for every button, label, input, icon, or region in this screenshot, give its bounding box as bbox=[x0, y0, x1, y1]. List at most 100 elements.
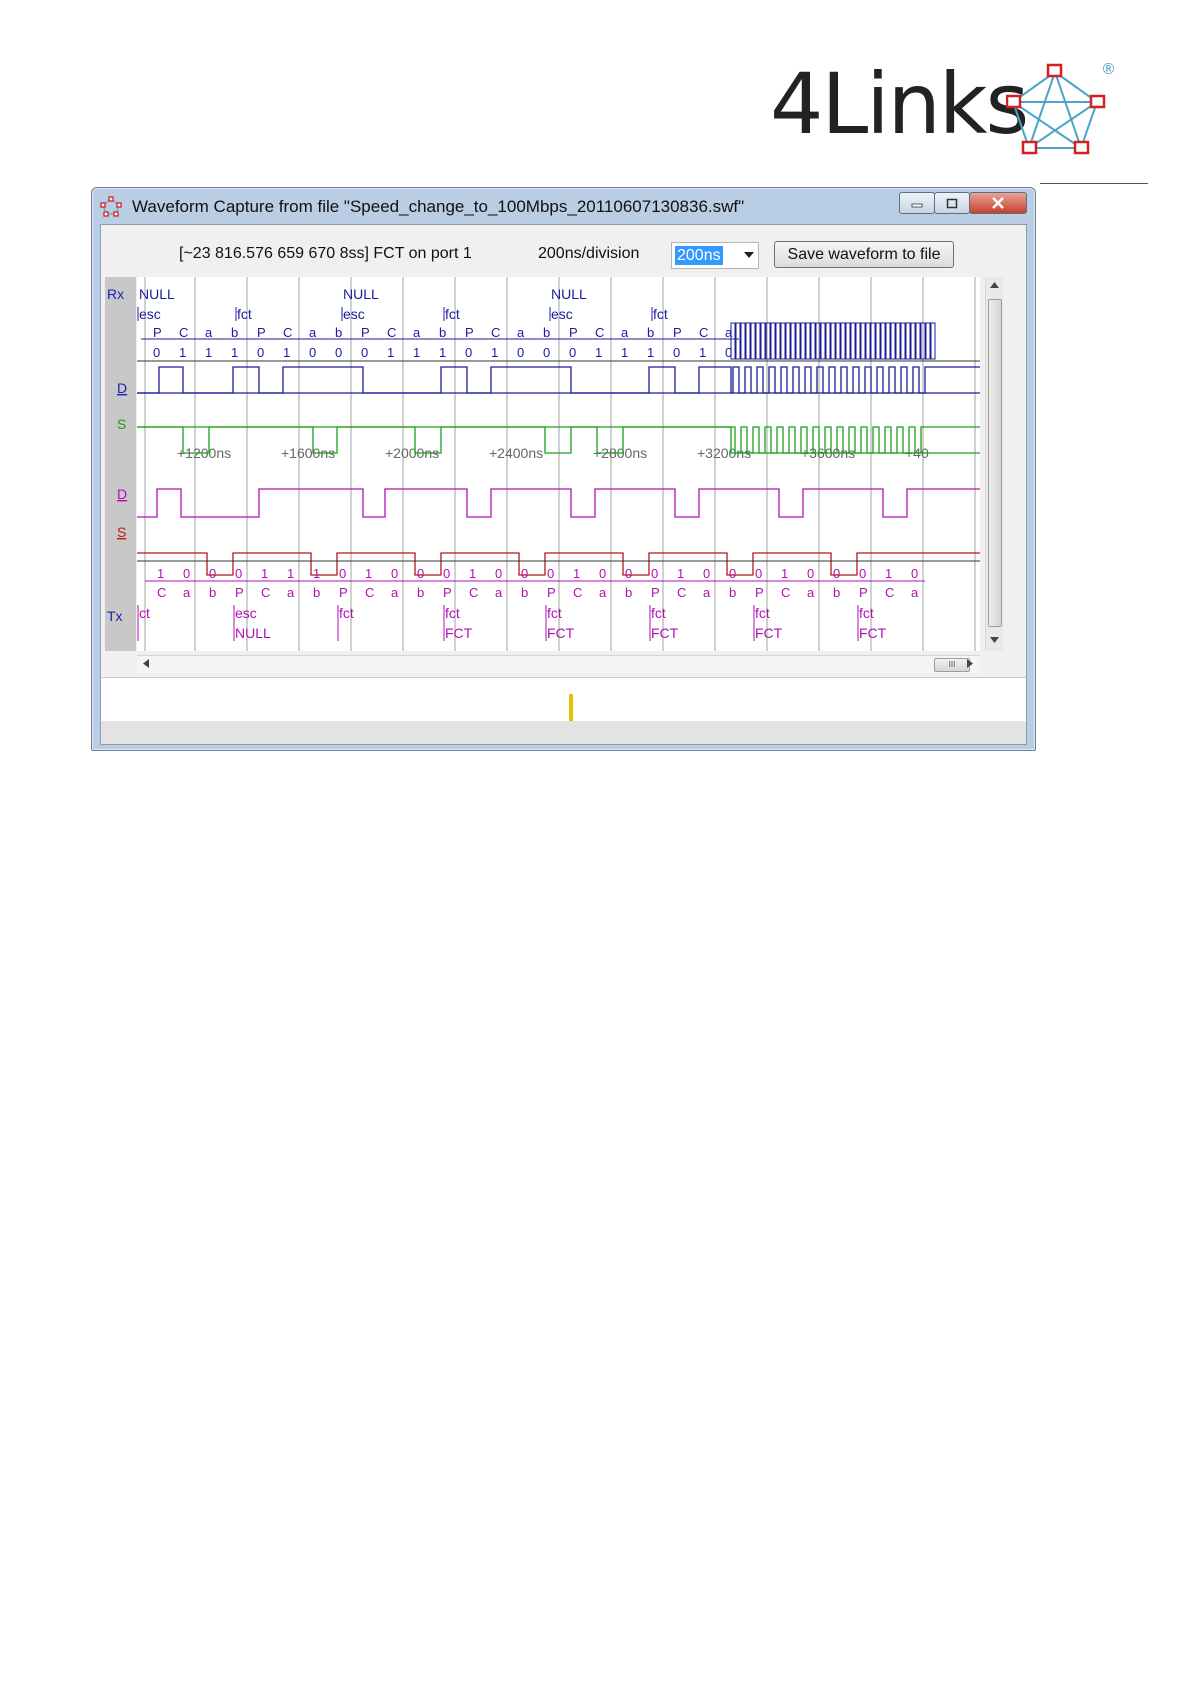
rx-bit-value: 1 bbox=[387, 345, 394, 360]
rx-dense-token bbox=[760, 322, 766, 360]
header-rule bbox=[1040, 183, 1148, 184]
rx-bit-value: 0 bbox=[517, 345, 524, 360]
rx-dense-token bbox=[820, 322, 826, 360]
minimize-button[interactable] bbox=[899, 192, 935, 214]
tx-bit-value: 0 bbox=[391, 566, 398, 581]
rx-field-label: P bbox=[361, 325, 370, 340]
rx-token-sub: fct bbox=[653, 306, 668, 322]
rx-dense-token bbox=[770, 322, 776, 360]
save-waveform-button[interactable]: Save waveform to file bbox=[774, 241, 954, 268]
rx-d-label: D bbox=[117, 380, 127, 396]
title-bar[interactable]: Waveform Capture from file "Speed_change… bbox=[92, 188, 1035, 224]
tx-field-label: P bbox=[651, 585, 660, 600]
rx-dense-token bbox=[875, 322, 881, 360]
chevron-down-icon bbox=[744, 252, 754, 258]
rx-dense-token bbox=[755, 322, 761, 360]
rx-bit-value: 1 bbox=[699, 345, 706, 360]
zoom-value: 200ns bbox=[675, 246, 723, 265]
row-labels: Rx D S D S Tx bbox=[107, 286, 127, 624]
scroll-left-icon[interactable] bbox=[143, 659, 149, 668]
tx-token-sub: fct bbox=[651, 605, 666, 621]
tx-bit-value: 0 bbox=[547, 566, 554, 581]
rx-dense-token bbox=[845, 322, 851, 360]
tx-token-sub: esc bbox=[235, 605, 257, 621]
waveform-display[interactable]: +1200ns +1600ns +2000ns +2400ns +2800ns +3200… bbox=[137, 277, 980, 651]
rx-dense-token bbox=[915, 322, 921, 360]
tx-field-label: C bbox=[781, 585, 790, 600]
rx-dense-token bbox=[780, 322, 786, 360]
scroll-down-icon[interactable] bbox=[990, 637, 999, 643]
tx-field-label: a bbox=[391, 585, 399, 600]
tx-field-label: P bbox=[547, 585, 556, 600]
rx-bit-value: 0 bbox=[361, 345, 368, 360]
scroll-up-icon[interactable] bbox=[990, 282, 999, 288]
rx-field-label: P bbox=[673, 325, 682, 340]
rx-bit-value: 0 bbox=[543, 345, 550, 360]
rx-dense-token bbox=[835, 322, 841, 360]
rx-bit-value: 1 bbox=[491, 345, 498, 360]
waveform-canvas: +1200ns +1600ns +2000ns +2400ns +2800ns +3200… bbox=[137, 277, 980, 651]
tx-token-name: FCT bbox=[547, 625, 575, 641]
rx-dense-token bbox=[905, 322, 911, 360]
rx-field-label: a bbox=[621, 325, 629, 340]
maximize-button[interactable] bbox=[934, 192, 970, 214]
rx-dense-token bbox=[855, 322, 861, 360]
vertical-scrollbar[interactable] bbox=[985, 277, 1003, 651]
tx-bit-value: 1 bbox=[781, 566, 788, 581]
capture-timeline[interactable] bbox=[101, 677, 1026, 722]
rx-dense-token bbox=[810, 322, 816, 360]
tx-field-label: b bbox=[209, 585, 216, 600]
rx-bit-value: 1 bbox=[647, 345, 654, 360]
tx-token-name: FCT bbox=[445, 625, 473, 641]
tx-d-waveform bbox=[137, 488, 980, 518]
rx-dense-token bbox=[925, 322, 931, 360]
rx-dense-token bbox=[790, 322, 796, 360]
tx-field-label: b bbox=[625, 585, 632, 600]
timeline-position-marker[interactable] bbox=[569, 694, 573, 721]
rx-bit-value: 1 bbox=[179, 345, 186, 360]
rx-dense-token bbox=[740, 322, 746, 360]
app-icon bbox=[100, 196, 122, 217]
capture-status: [~23 816.576 659 670 8ss] FCT on port 1 bbox=[179, 245, 472, 262]
rx-s-label: S bbox=[117, 416, 126, 432]
rx-token-sub: esc bbox=[551, 306, 573, 322]
vertical-scroll-thumb[interactable] bbox=[988, 299, 1002, 627]
tx-bit-value: 0 bbox=[807, 566, 814, 581]
rx-field-label: b bbox=[335, 325, 342, 340]
rx-dense-token bbox=[895, 322, 901, 360]
tx-bit-value: 1 bbox=[365, 566, 372, 581]
rx-dense-token bbox=[745, 322, 751, 360]
rx-dense-token bbox=[930, 322, 936, 360]
client-area: [~23 816.576 659 670 8ss] FCT on port 1 … bbox=[100, 224, 1027, 745]
close-button[interactable] bbox=[969, 192, 1027, 214]
rx-field-label: P bbox=[153, 325, 162, 340]
tx-bit-value: 1 bbox=[287, 566, 294, 581]
tx-field-label: b bbox=[313, 585, 320, 600]
tx-bit-value: 0 bbox=[703, 566, 710, 581]
tx-token-name: FCT bbox=[755, 625, 783, 641]
tx-bit-value: 0 bbox=[183, 566, 190, 581]
tx-s-label: S bbox=[117, 524, 126, 540]
tx-bit-value: 0 bbox=[339, 566, 346, 581]
rx-dense-token bbox=[885, 322, 891, 360]
tx-token-sub: fct bbox=[859, 605, 874, 621]
tx-field-label: a bbox=[287, 585, 295, 600]
zoom-select[interactable]: 200ns bbox=[671, 242, 759, 269]
rx-dense-token bbox=[735, 322, 741, 360]
horizontal-scroll-thumb[interactable]: III bbox=[934, 658, 970, 672]
division-label: 200ns/division bbox=[538, 245, 640, 262]
rx-dense-token bbox=[870, 322, 876, 360]
tx-bit-value: 1 bbox=[885, 566, 892, 581]
rx-field-label: b bbox=[647, 325, 654, 340]
rx-dense-token bbox=[860, 322, 866, 360]
scroll-right-icon[interactable] bbox=[967, 659, 973, 668]
horizontal-scrollbar[interactable]: III bbox=[137, 655, 980, 673]
rx-dense-token bbox=[880, 322, 886, 360]
rx-bit-value: 1 bbox=[595, 345, 602, 360]
close-icon bbox=[992, 197, 1004, 209]
rx-field-label: a bbox=[413, 325, 421, 340]
rx-bit-value: 1 bbox=[205, 345, 212, 360]
tx-token-name: NULL bbox=[235, 625, 271, 641]
tx-field-label: C bbox=[573, 585, 582, 600]
tx-bit-value: 1 bbox=[469, 566, 476, 581]
